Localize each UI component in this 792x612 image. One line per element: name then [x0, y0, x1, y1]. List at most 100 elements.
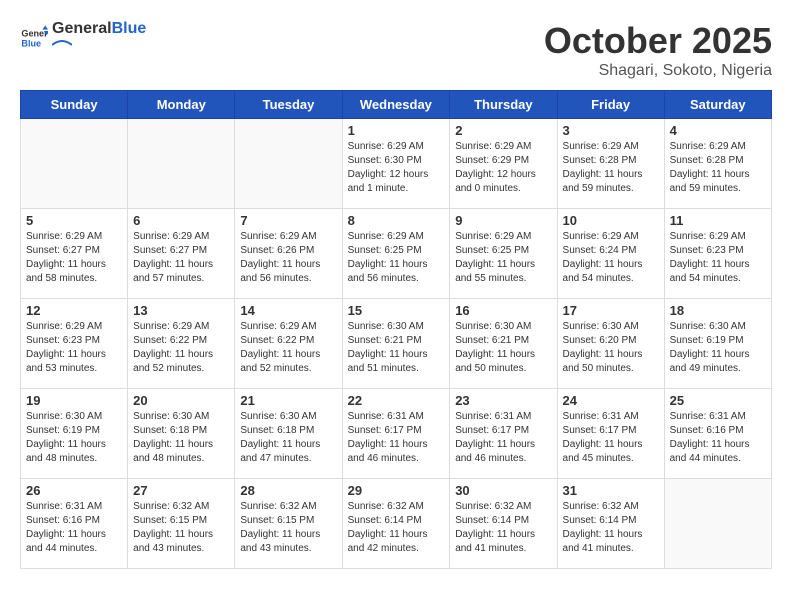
cell-info: Sunrise: 6:32 AM Sunset: 6:15 PM Dayligh…: [133, 500, 229, 556]
logo-blue: Blue: [112, 20, 147, 38]
day-number: 7: [240, 213, 336, 228]
day-number: 2: [455, 123, 551, 138]
calendar-cell: 8 Sunrise: 6:29 AM Sunset: 6:25 PM Daylig…: [342, 209, 450, 299]
cell-info: Sunrise: 6:29 AM Sunset: 6:25 PM Dayligh…: [455, 230, 551, 286]
day-number: 17: [563, 303, 659, 318]
calendar-table: SundayMondayTuesdayWednesdayThursdayFrid…: [20, 90, 772, 569]
cell-info: Sunrise: 6:29 AM Sunset: 6:26 PM Dayligh…: [240, 230, 336, 286]
cell-info: Sunrise: 6:32 AM Sunset: 6:14 PM Dayligh…: [348, 500, 445, 556]
day-number: 26: [26, 483, 122, 498]
calendar-cell: 14Sunrise: 6:29 AM Sunset: 6:22 PM Dayli…: [235, 299, 342, 389]
calendar-cell: 24 Sunrise: 6:31 AM Sunset: 6:17 PM Dayli…: [557, 389, 664, 479]
calendar-cell: 19Sunrise: 6:30 AM Sunset: 6:19 PM Dayli…: [21, 389, 128, 479]
day-number: 10: [563, 213, 659, 228]
cell-info: Sunrise: 6:31 AM Sunset: 6:17 PM Dayligh…: [348, 410, 445, 466]
logo: General Blue GeneralBlue: [20, 20, 146, 56]
weekday-header-saturday: Saturday: [664, 91, 771, 119]
calendar-cell: 3Sunrise: 6:29 AM Sunset: 6:28 PM Daylig…: [557, 119, 664, 209]
week-row-1: 5Sunrise: 6:29 AM Sunset: 6:27 PM Daylig…: [21, 209, 772, 299]
calendar-cell: 30Sunrise: 6:32 AM Sunset: 6:14 PM Dayli…: [450, 479, 557, 569]
location-subtitle: Shagari, Sokoto, Nigeria: [544, 62, 772, 80]
cell-info: Sunrise: 6:29 AM Sunset: 6:28 PM Dayligh…: [563, 140, 659, 196]
logo-swoosh: [52, 39, 72, 51]
cell-info: Sunrise: 6:30 AM Sunset: 6:20 PM Dayligh…: [563, 320, 659, 376]
month-title: October 2025: [544, 20, 772, 62]
cell-info: Sunrise: 6:30 AM Sunset: 6:18 PM Dayligh…: [240, 410, 336, 466]
header: General Blue GeneralBlue October 2025 Sh…: [20, 20, 772, 80]
cell-info: Sunrise: 6:32 AM Sunset: 6:14 PM Dayligh…: [563, 500, 659, 556]
cell-info: Sunrise: 6:29 AM Sunset: 6:24 PM Dayligh…: [563, 230, 659, 286]
day-number: 16: [455, 303, 551, 318]
cell-info: Sunrise: 6:30 AM Sunset: 6:18 PM Dayligh…: [133, 410, 229, 466]
day-number: 25: [670, 393, 766, 408]
calendar-cell: 26 Sunrise: 6:31 AM Sunset: 6:16 PM Dayli…: [21, 479, 128, 569]
calendar-cell: [128, 119, 235, 209]
weekday-header-wednesday: Wednesday: [342, 91, 450, 119]
logo-icon: General Blue: [20, 24, 48, 52]
day-number: 23: [455, 393, 551, 408]
cell-info: Sunrise: 6:29 AM Sunset: 6:27 PM Dayligh…: [133, 230, 229, 286]
day-number: 13: [133, 303, 229, 318]
calendar-cell: 22 Sunrise: 6:31 AM Sunset: 6:17 PM Dayli…: [342, 389, 450, 479]
cell-info: Sunrise: 6:30 AM Sunset: 6:21 PM Dayligh…: [455, 320, 551, 376]
week-row-0: 1 Sunrise: 6:29 AM Sunset: 6:30 PM Daylig…: [21, 119, 772, 209]
day-number: 12: [26, 303, 122, 318]
day-number: 9: [455, 213, 551, 228]
logo-general: General: [52, 20, 112, 38]
calendar-cell: 20Sunrise: 6:30 AM Sunset: 6:18 PM Dayli…: [128, 389, 235, 479]
calendar-cell: 18Sunrise: 6:30 AM Sunset: 6:19 PM Dayli…: [664, 299, 771, 389]
calendar-cell: 1 Sunrise: 6:29 AM Sunset: 6:30 PM Daylig…: [342, 119, 450, 209]
calendar-cell: 4 Sunrise: 6:29 AM Sunset: 6:28 PM Daylig…: [664, 119, 771, 209]
cell-info: Sunrise: 6:29 AM Sunset: 6:28 PM Dayligh…: [670, 140, 766, 196]
day-number: 1: [348, 123, 445, 138]
day-number: 11: [670, 213, 766, 228]
cell-info: Sunrise: 6:29 AM Sunset: 6:22 PM Dayligh…: [133, 320, 229, 376]
day-number: 22: [348, 393, 445, 408]
weekday-header-thursday: Thursday: [450, 91, 557, 119]
cell-info: Sunrise: 6:29 AM Sunset: 6:23 PM Dayligh…: [670, 230, 766, 286]
cell-info: Sunrise: 6:31 AM Sunset: 6:17 PM Dayligh…: [455, 410, 551, 466]
day-number: 18: [670, 303, 766, 318]
cell-info: Sunrise: 6:30 AM Sunset: 6:21 PM Dayligh…: [348, 320, 445, 376]
week-row-2: 12 Sunrise: 6:29 AM Sunset: 6:23 PM Dayli…: [21, 299, 772, 389]
day-number: 24: [563, 393, 659, 408]
calendar-cell: 23 Sunrise: 6:31 AM Sunset: 6:17 PM Dayli…: [450, 389, 557, 479]
weekday-header-sunday: Sunday: [21, 91, 128, 119]
day-number: 8: [348, 213, 445, 228]
weekday-header-monday: Monday: [128, 91, 235, 119]
day-number: 6: [133, 213, 229, 228]
day-number: 4: [670, 123, 766, 138]
calendar-cell: 7 Sunrise: 6:29 AM Sunset: 6:26 PM Daylig…: [235, 209, 342, 299]
svg-text:Blue: Blue: [21, 38, 41, 48]
cell-info: Sunrise: 6:31 AM Sunset: 6:16 PM Dayligh…: [670, 410, 766, 466]
day-number: 15: [348, 303, 445, 318]
calendar-cell: 25 Sunrise: 6:31 AM Sunset: 6:16 PM Dayli…: [664, 389, 771, 479]
day-number: 28: [240, 483, 336, 498]
day-number: 14: [240, 303, 336, 318]
calendar-cell: 5Sunrise: 6:29 AM Sunset: 6:27 PM Daylig…: [21, 209, 128, 299]
calendar-cell: [21, 119, 128, 209]
calendar-cell: [235, 119, 342, 209]
weekday-header-row: SundayMondayTuesdayWednesdayThursdayFrid…: [21, 91, 772, 119]
calendar-cell: 27 Sunrise: 6:32 AM Sunset: 6:15 PM Dayli…: [128, 479, 235, 569]
cell-info: Sunrise: 6:30 AM Sunset: 6:19 PM Dayligh…: [26, 410, 122, 466]
calendar-cell: 17 Sunrise: 6:30 AM Sunset: 6:20 PM Dayli…: [557, 299, 664, 389]
calendar-cell: 2 Sunrise: 6:29 AM Sunset: 6:29 PM Daylig…: [450, 119, 557, 209]
day-number: 29: [348, 483, 445, 498]
calendar-cell: 11 Sunrise: 6:29 AM Sunset: 6:23 PM Dayli…: [664, 209, 771, 299]
calendar-cell: 31 Sunrise: 6:32 AM Sunset: 6:14 PM Dayli…: [557, 479, 664, 569]
weekday-header-tuesday: Tuesday: [235, 91, 342, 119]
cell-info: Sunrise: 6:32 AM Sunset: 6:14 PM Dayligh…: [455, 500, 551, 556]
cell-info: Sunrise: 6:29 AM Sunset: 6:29 PM Dayligh…: [455, 140, 551, 196]
calendar-cell: [664, 479, 771, 569]
day-number: 27: [133, 483, 229, 498]
cell-info: Sunrise: 6:29 AM Sunset: 6:25 PM Dayligh…: [348, 230, 445, 286]
cell-info: Sunrise: 6:31 AM Sunset: 6:17 PM Dayligh…: [563, 410, 659, 466]
cell-info: Sunrise: 6:31 AM Sunset: 6:16 PM Dayligh…: [26, 500, 122, 556]
day-number: 31: [563, 483, 659, 498]
cell-info: Sunrise: 6:29 AM Sunset: 6:27 PM Dayligh…: [26, 230, 122, 286]
cell-info: Sunrise: 6:29 AM Sunset: 6:30 PM Dayligh…: [348, 140, 445, 196]
calendar-cell: 10 Sunrise: 6:29 AM Sunset: 6:24 PM Dayli…: [557, 209, 664, 299]
cell-info: Sunrise: 6:29 AM Sunset: 6:23 PM Dayligh…: [26, 320, 122, 376]
calendar-cell: 6 Sunrise: 6:29 AM Sunset: 6:27 PM Daylig…: [128, 209, 235, 299]
